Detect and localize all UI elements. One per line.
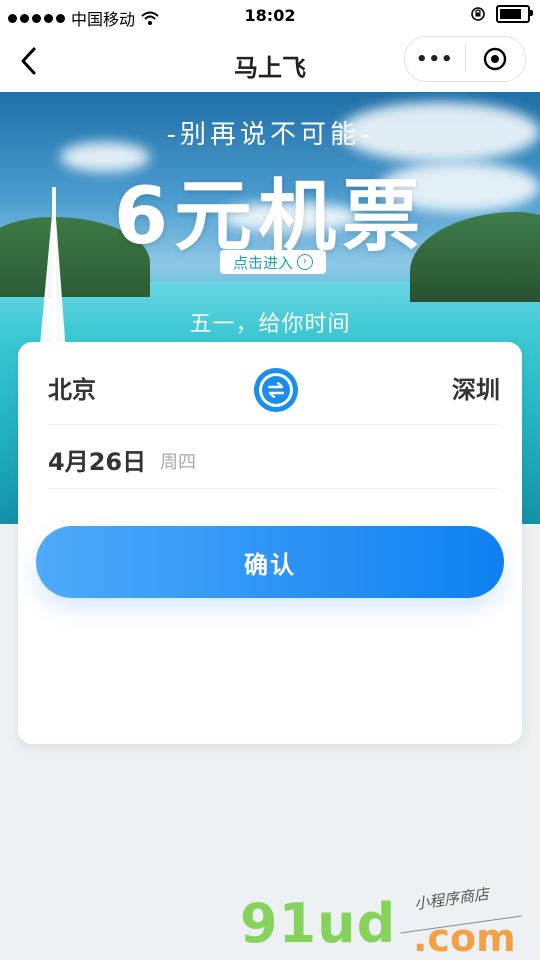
swap-icon — [262, 376, 290, 404]
swap-cities-button[interactable] — [254, 368, 298, 412]
departure-date: 4月26日 — [48, 448, 147, 476]
watermark-brand: 91ud — [240, 892, 397, 955]
route-row: 北京 深圳 — [48, 342, 500, 425]
banner-slogan: 五一，给你时间 — [189, 312, 351, 337]
banner-subtitle: -别再说不可能- — [166, 120, 374, 150]
swap-ring — [259, 373, 293, 407]
more-dots-icon: ••• — [415, 48, 454, 70]
more-button[interactable]: ••• — [405, 37, 465, 81]
arrival-city[interactable]: 深圳 — [452, 370, 500, 405]
mini-program-capsule: ••• — [404, 36, 526, 82]
close-button[interactable] — [466, 37, 526, 81]
watermark-tagline: 小程序商店 — [413, 884, 490, 914]
status-time: 18:02 — [244, 6, 296, 25]
battery-icon — [496, 5, 533, 23]
confirm-button[interactable]: 确认 — [36, 526, 504, 598]
departure-city[interactable]: 北京 — [48, 370, 96, 405]
nav-bar: 马上飞 ••• — [0, 32, 540, 92]
banner-enter-button[interactable]: 点击进入 › — [220, 250, 326, 274]
arrow-right-circle-icon: › — [297, 254, 313, 270]
status-bar: 中国移动 18:02 — [0, 0, 540, 32]
departure-weekday: 周四 — [160, 452, 196, 473]
status-right — [470, 5, 533, 23]
banner-enter-label: 点击进入 — [232, 253, 293, 272]
orientation-lock-icon — [471, 7, 485, 21]
close-circle-icon — [484, 47, 507, 71]
date-row[interactable]: 4月26日 周四 — [48, 424, 500, 489]
booking-card: 北京 深圳 4月26日 周四 确认 — [18, 342, 522, 744]
